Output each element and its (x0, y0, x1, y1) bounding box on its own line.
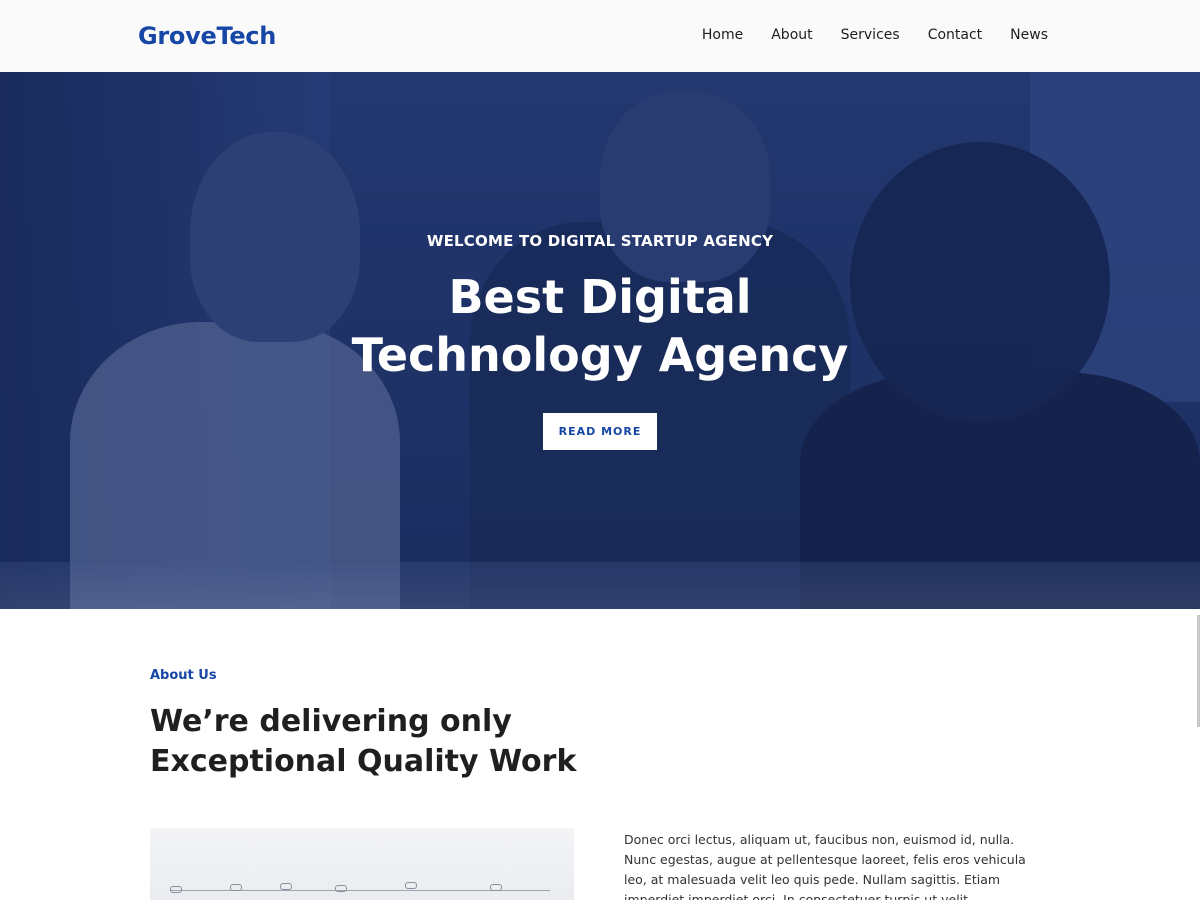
read-more-button[interactable]: READ MORE (543, 413, 657, 450)
about-label: About Us (150, 668, 217, 683)
nav-item-home[interactable]: Home (702, 27, 743, 43)
site-header: GroveTech Home About Services Contact Ne… (0, 0, 1200, 72)
image-sketch-box (230, 884, 242, 891)
image-sketch-box (280, 883, 292, 890)
about-image (150, 828, 574, 900)
image-sketch-box (490, 884, 502, 891)
image-sketch-box (405, 882, 417, 889)
nav-item-about[interactable]: About (771, 27, 812, 43)
nav-item-contact[interactable]: Contact (928, 27, 982, 43)
main-nav: Home About Services Contact News (702, 27, 1048, 43)
site-logo[interactable]: GroveTech (138, 22, 276, 50)
image-sketch-box (335, 885, 347, 892)
hero-banner: WELCOME TO DIGITAL STARTUP AGENCY Best D… (0, 72, 1200, 609)
nav-item-news[interactable]: News (1010, 27, 1048, 43)
about-title: We’re delivering only Exceptional Qualit… (150, 704, 577, 779)
hero-subtitle: WELCOME TO DIGITAL STARTUP AGENCY (426, 232, 774, 250)
nav-item-services[interactable]: Services (841, 27, 900, 43)
hero-title: Best Digital Technology Agency (351, 270, 849, 382)
image-sketch-box (170, 886, 182, 893)
about-paragraph: Donec orci lectus, aliquam ut, faucibus … (624, 832, 1026, 900)
